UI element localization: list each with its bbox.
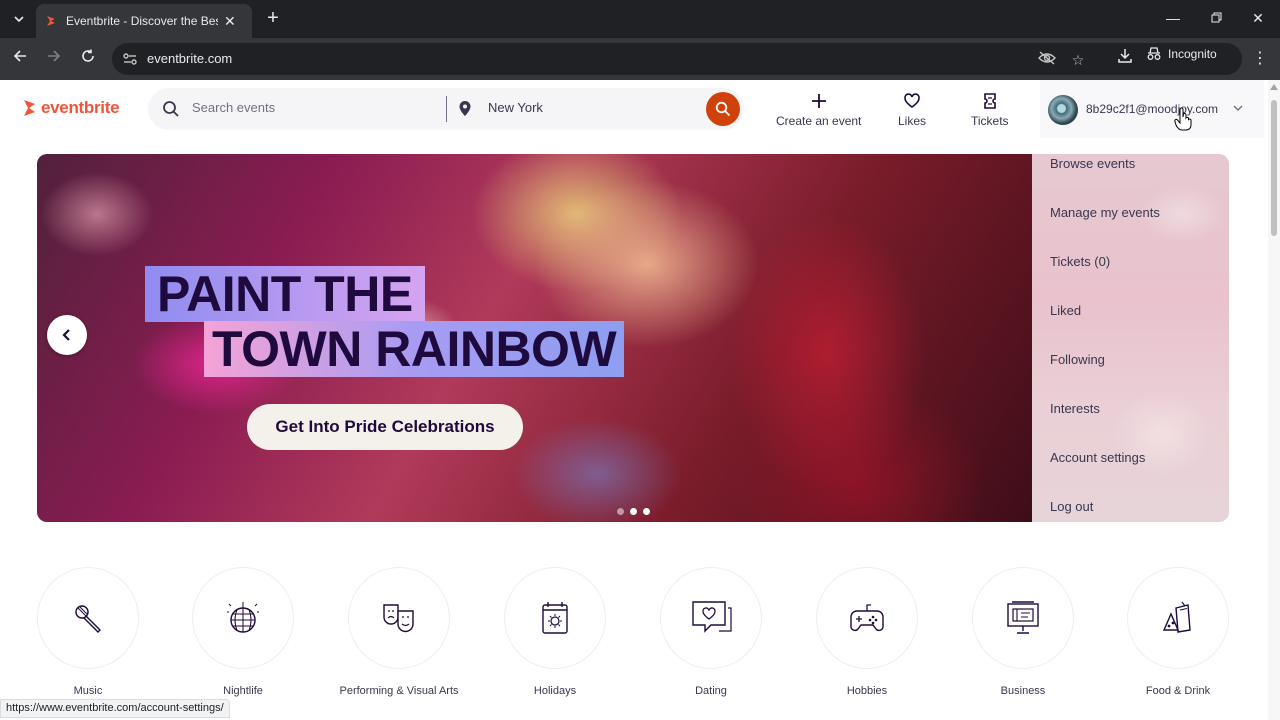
- search-icon: [163, 101, 179, 117]
- location-pin-icon: [459, 101, 471, 116]
- search-input[interactable]: [192, 100, 432, 115]
- plus-icon: [811, 94, 826, 108]
- restore-icon[interactable]: [1206, 10, 1226, 26]
- menu-item-account-settings[interactable]: Account settings: [1050, 450, 1145, 465]
- browser-toolbar: eventbrite.com ☆ Incognito ⋮: [0, 38, 1280, 80]
- category-label: Food & Drink: [1145, 685, 1211, 697]
- menu-item-browse-events[interactable]: Browse events: [1050, 156, 1135, 171]
- menu-item-manage-events[interactable]: Manage my events: [1050, 205, 1160, 220]
- hand-cursor-icon: [1174, 107, 1192, 131]
- category-performing-visual-arts[interactable]: Performing & Visual Arts: [321, 567, 477, 699]
- address-bar[interactable]: eventbrite.com ☆: [112, 43, 1242, 75]
- link-status-bar: https://www.eventbrite.com/account-setti…: [0, 699, 230, 718]
- category-nightlife[interactable]: Nightlife: [165, 567, 321, 699]
- eventbrite-logo-icon: [24, 100, 35, 116]
- download-icon[interactable]: [1114, 48, 1136, 70]
- carousel-dot[interactable]: [643, 508, 650, 515]
- carousel-dot[interactable]: [617, 508, 624, 515]
- hero-cta-button[interactable]: Get Into Pride Celebrations: [247, 404, 523, 450]
- search-divider: [446, 96, 447, 122]
- avatar: [1048, 95, 1078, 125]
- menu-item-liked[interactable]: Liked: [1050, 303, 1081, 318]
- close-window-icon[interactable]: ✕: [1248, 10, 1268, 27]
- category-hobbies[interactable]: Hobbies: [789, 567, 945, 699]
- ticket-icon: [983, 93, 996, 109]
- back-icon[interactable]: [9, 48, 31, 70]
- url-text[interactable]: eventbrite.com: [147, 51, 232, 66]
- category-label: Holidays: [533, 685, 577, 697]
- carousel-dot[interactable]: [630, 508, 637, 515]
- likes-button[interactable]: Likes: [898, 92, 926, 128]
- calendar-sun-icon: [542, 602, 568, 634]
- menu-item-log-out[interactable]: Log out: [1050, 499, 1093, 514]
- incognito-indicator[interactable]: Incognito: [1146, 42, 1217, 66]
- category-label: Music: [73, 685, 103, 697]
- account-dropdown-menu: Browse events Manage my events Tickets (…: [1032, 154, 1229, 522]
- eye-off-icon[interactable]: [1038, 51, 1056, 69]
- category-label: Hobbies: [846, 685, 888, 697]
- category-business[interactable]: Business: [945, 567, 1101, 699]
- menu-item-tickets[interactable]: Tickets (0): [1050, 254, 1110, 269]
- category-food-drink[interactable]: Food & Drink: [1100, 567, 1256, 699]
- disco-ball-icon: [227, 602, 259, 633]
- scroll-up-arrow-icon[interactable]: [1270, 84, 1278, 90]
- chevron-down-icon: [14, 16, 24, 22]
- chat-heart-icon: [692, 601, 732, 633]
- presentation-board-icon: [1007, 601, 1039, 634]
- category-label: Performing & Visual Arts: [339, 685, 459, 697]
- location-input[interactable]: [488, 100, 688, 115]
- carousel-prev-button[interactable]: [47, 315, 87, 355]
- search-bar: [148, 88, 744, 130]
- eventbrite-logo[interactable]: eventbrite: [22, 98, 120, 118]
- microphone-icon: [75, 605, 101, 633]
- category-holidays[interactable]: Holidays: [477, 567, 633, 699]
- tickets-button[interactable]: Tickets: [971, 92, 1009, 128]
- page-scrollbar[interactable]: [1268, 80, 1280, 720]
- tab-close-icon[interactable]: ✕: [224, 13, 236, 30]
- hero-headline-line1: PAINT THE: [145, 266, 425, 322]
- category-dating[interactable]: Dating: [633, 567, 789, 699]
- site-settings-icon[interactable]: [122, 51, 138, 67]
- carousel-indicators: [617, 508, 650, 515]
- category-label: Dating: [695, 685, 727, 697]
- restore-window-icon: [1211, 12, 1221, 23]
- minimize-icon[interactable]: —: [1163, 10, 1183, 26]
- forward-icon[interactable]: [43, 48, 65, 70]
- search-submit-button[interactable]: [706, 92, 740, 126]
- incognito-icon: [1147, 47, 1161, 60]
- food-drink-icon: [1162, 601, 1191, 633]
- reload-icon[interactable]: [77, 48, 99, 70]
- new-tab-button[interactable]: +: [262, 8, 284, 30]
- hero-banner[interactable]: PAINT THE TOWN RAINBOW Get Into Pride Ce…: [37, 154, 1032, 522]
- tab-search-button[interactable]: [8, 8, 30, 30]
- menu-item-following[interactable]: Following: [1050, 352, 1105, 367]
- create-event-button[interactable]: Create an event: [776, 92, 861, 128]
- gamepad-icon: [850, 604, 884, 632]
- chevron-down-icon: [1233, 105, 1243, 111]
- category-label: Business: [1000, 685, 1046, 697]
- search-submit-icon: [715, 101, 731, 117]
- likes-label: Likes: [898, 114, 927, 128]
- eventbrite-favicon-icon: [47, 16, 55, 26]
- theater-masks-icon: [383, 604, 414, 633]
- category-label: Nightlife: [223, 685, 263, 697]
- heart-icon: [904, 93, 920, 108]
- logo-text: eventbrite: [41, 98, 120, 117]
- tickets-label: Tickets: [971, 114, 1009, 128]
- hero-headline-line2: TOWN RAINBOW: [204, 321, 625, 377]
- browser-tab-active[interactable]: Eventbrite - Discover the Best L ✕: [36, 4, 252, 38]
- browser-menu-icon[interactable]: ⋮: [1250, 48, 1270, 68]
- menu-item-interests[interactable]: Interests: [1050, 401, 1100, 416]
- chevron-left-icon: [62, 329, 70, 341]
- tab-title: Eventbrite - Discover the Best L: [66, 14, 218, 28]
- create-event-label: Create an event: [776, 114, 862, 128]
- account-email: 8b29c2f1@moodjoy.com: [1086, 102, 1219, 116]
- incognito-label: Incognito: [1168, 47, 1217, 61]
- bookmark-star-icon[interactable]: ☆: [1069, 51, 1087, 69]
- account-menu-button[interactable]: 8b29c2f1@moodjoy.com: [1040, 80, 1264, 138]
- site-header: eventbrite Create an event Likes Tickets…: [0, 80, 1268, 138]
- browser-tab-bar: Eventbrite - Discover the Best L ✕ + — ✕: [0, 0, 1280, 38]
- scroll-thumb[interactable]: [1271, 100, 1277, 236]
- category-music[interactable]: Music: [10, 567, 166, 699]
